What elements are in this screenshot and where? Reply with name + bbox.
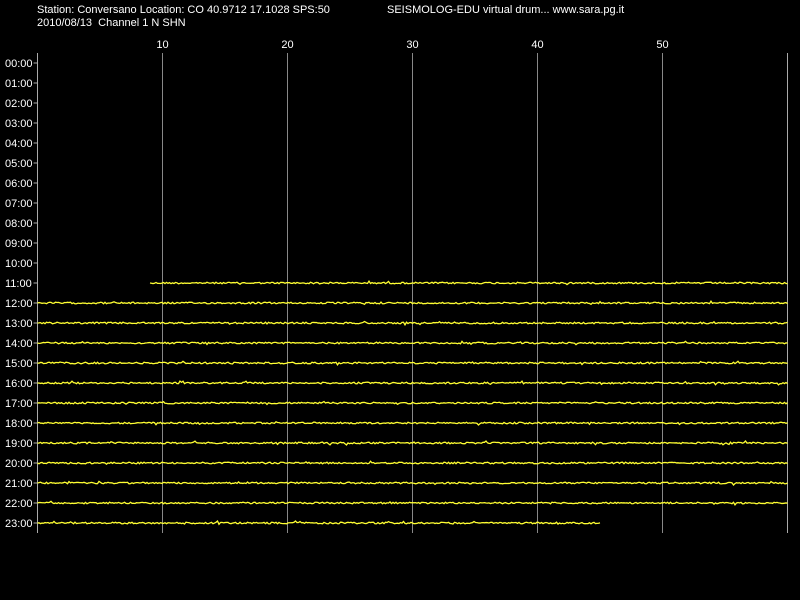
- hour-label-0300: 03:00: [5, 118, 33, 130]
- hour-label-0200: 02:00: [5, 98, 33, 110]
- x-tick-label-50: 50: [656, 39, 668, 51]
- hour-label-0800: 08:00: [5, 218, 33, 230]
- hour-label-1700: 17:00: [5, 398, 33, 410]
- hour-label-1300: 13:00: [5, 318, 33, 330]
- hour-label-1600: 16:00: [5, 378, 33, 390]
- hour-label-1500: 15:00: [5, 358, 33, 370]
- hour-label-2100: 21:00: [5, 478, 33, 490]
- hour-label-2300: 23:00: [5, 518, 33, 530]
- hour-label-1000: 10:00: [5, 258, 33, 270]
- hour-label-0700: 07:00: [5, 198, 33, 210]
- trace-2300: [37, 520, 601, 526]
- hour-label-1800: 18:00: [5, 418, 33, 430]
- grid-layer: [33, 53, 788, 533]
- x-tick-label-40: 40: [531, 39, 543, 51]
- hour-label-0500: 05:00: [5, 158, 33, 170]
- hour-label-0400: 04:00: [5, 138, 33, 150]
- hour-label-0000: 00:00: [5, 58, 33, 70]
- hour-label-2200: 22:00: [5, 498, 33, 510]
- seismogram-drum-chart: 10 20 30 40 50 00:00 01:00 02:00 03:00 04:00 05:0…: [5, 39, 788, 533]
- x-tick-label-30: 30: [406, 39, 418, 51]
- x-tick-label-10: 10: [156, 39, 168, 51]
- x-tick-label-20: 20: [281, 39, 293, 51]
- minute-tick-labels: 10 20 30 40 50: [156, 39, 668, 51]
- trace-1100: [149, 279, 788, 286]
- hour-label-1100: 11:00: [5, 278, 32, 290]
- hour-label-2000: 20:00: [5, 458, 33, 470]
- hour-label-0100: 01:00: [5, 78, 33, 90]
- hour-tick-labels: 00:00 01:00 02:00 03:00 04:00 05:00 06:00 07:00…: [5, 58, 33, 530]
- hour-label-1400: 14:00: [5, 338, 33, 350]
- hour-label-1200: 12:00: [5, 298, 33, 310]
- hour-label-0600: 06:00: [5, 178, 33, 190]
- hour-label-0900: 09:00: [5, 238, 33, 250]
- hour-label-1900: 19:00: [5, 438, 33, 450]
